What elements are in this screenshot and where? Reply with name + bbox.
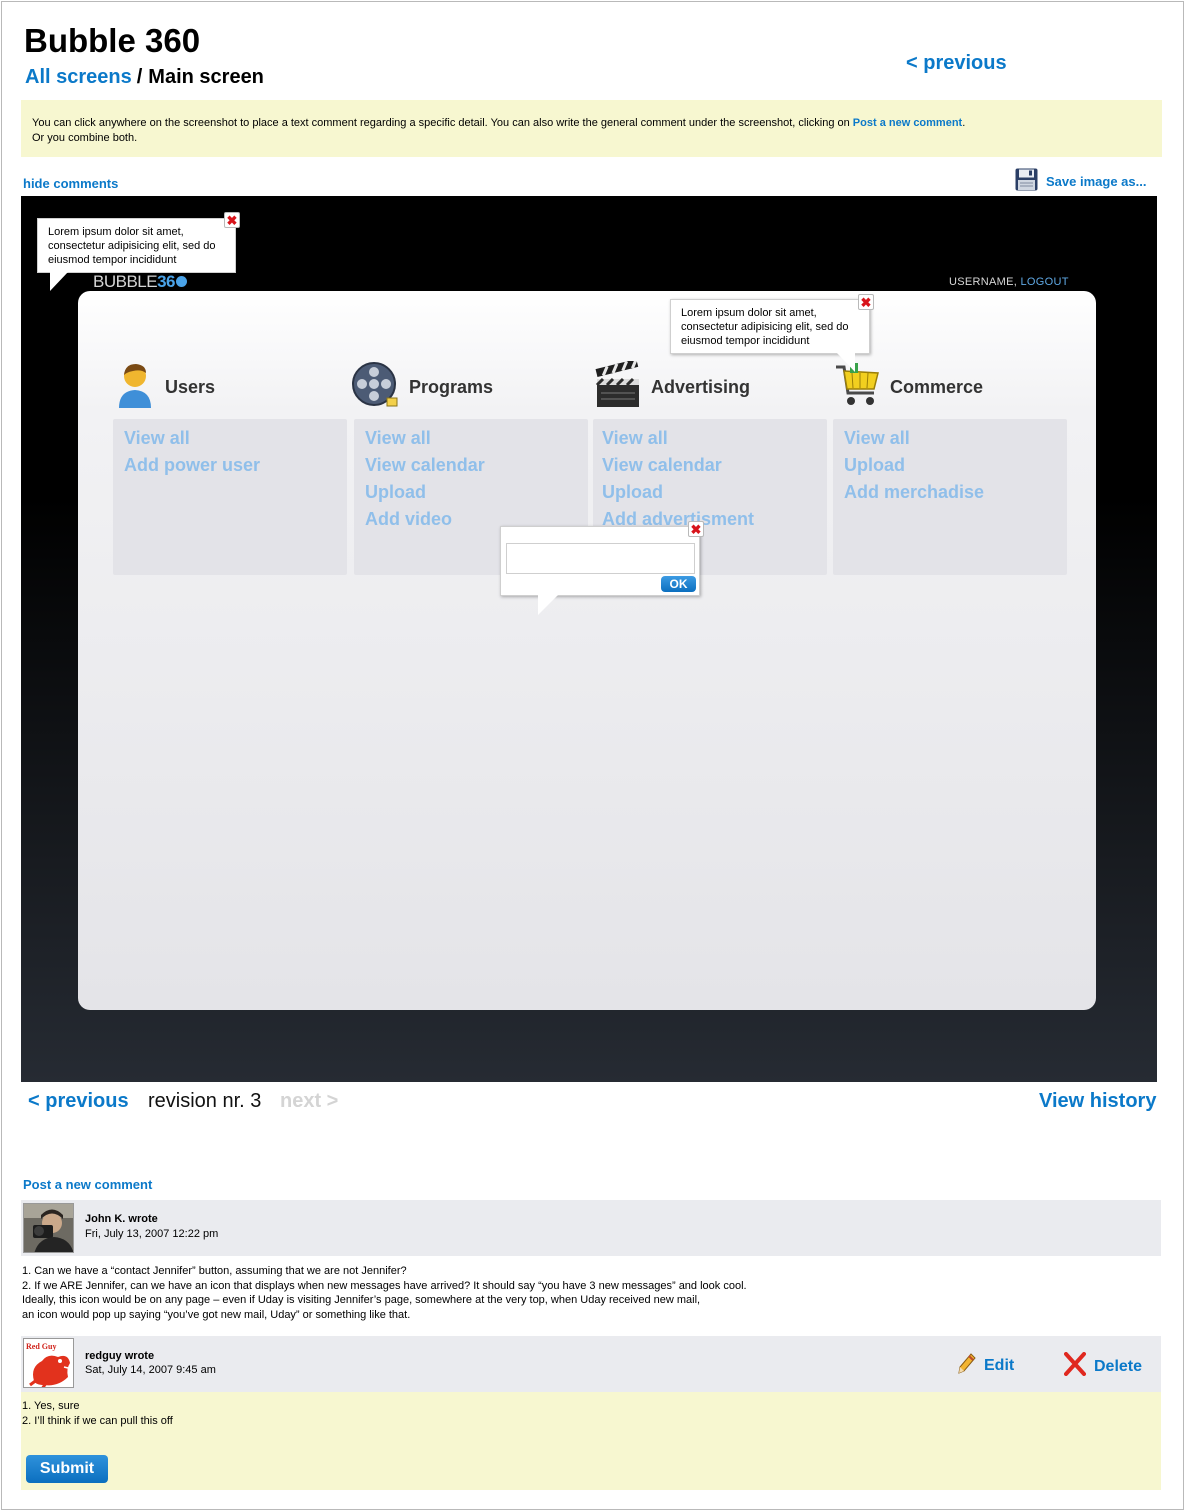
- comment-date: Fri, July 13, 2007 12:22 pm: [85, 1228, 219, 1240]
- ok-button[interactable]: OK: [661, 576, 696, 592]
- commerce-view-all-link[interactable]: View all: [844, 425, 1067, 452]
- instructions-text: You can click anywhere on the screenshot…: [32, 117, 850, 129]
- submit-button[interactable]: Submit: [26, 1455, 108, 1483]
- category-title: Advertising: [651, 377, 751, 397]
- edit-comment-button[interactable]: Edit: [956, 1352, 1014, 1379]
- close-comment-button[interactable]: ✖: [224, 212, 240, 228]
- post-new-comment-inline-link[interactable]: Post a new comment: [853, 117, 962, 129]
- advertising-view-calendar-link[interactable]: View calendar: [602, 452, 827, 479]
- category-commerce: Commerce: [834, 361, 983, 414]
- comment-bubble-text: Lorem ipsum dolor sit amet, consectetur …: [48, 226, 216, 266]
- previous-screen-link[interactable]: < previous: [906, 52, 1007, 75]
- comment-bubble[interactable]: Lorem ipsum dolor sit amet, consectetur …: [670, 299, 870, 372]
- category-advertising: Advertising: [595, 358, 751, 414]
- category-title: Users: [165, 377, 216, 397]
- comment-header: John K. wrote Fri, July 13, 2007 12:22 p…: [21, 1200, 1161, 1256]
- pencil-icon: [956, 1352, 976, 1379]
- bubble360-logo: BUBBLE36: [93, 272, 188, 292]
- logout-link[interactable]: LOGOUT: [1020, 276, 1068, 288]
- delete-comment-button[interactable]: Delete: [1064, 1352, 1142, 1381]
- save-image-button[interactable]: Save image as...: [1015, 168, 1146, 194]
- reply-area: [21, 1392, 1161, 1490]
- comment-bubble[interactable]: Lorem ipsum dolor sit amet, consectetur …: [37, 218, 236, 291]
- delete-x-icon: [1064, 1352, 1086, 1381]
- comment-bubble-text: Lorem ipsum dolor sit amet, consectetur …: [681, 307, 849, 347]
- post-new-comment-link[interactable]: Post a new comment: [23, 1177, 152, 1192]
- save-image-label: Save image as...: [1046, 173, 1147, 189]
- comment-author: John K. wrote: [85, 1213, 158, 1225]
- breadcrumb-all-screens-link[interactable]: All screens: [25, 66, 132, 88]
- view-history-link[interactable]: View history: [1039, 1090, 1156, 1113]
- users-add-power-user-link[interactable]: Add power user: [124, 452, 347, 479]
- app-title: Bubble 360: [24, 22, 201, 59]
- instructions-second-line: Or you combine both.: [32, 132, 138, 144]
- user-bar: USERNAME, LOGOUT: [949, 276, 1069, 288]
- revision-number: revision nr. 3: [148, 1090, 262, 1112]
- close-comment-button[interactable]: ✖: [858, 294, 874, 310]
- delete-label: Delete: [1094, 1357, 1143, 1375]
- users-view-all-link[interactable]: View all: [124, 425, 347, 452]
- breadcrumb-current: Main screen: [148, 66, 264, 88]
- breadcrumb: All screens / Main screen: [25, 66, 264, 89]
- category-programs: Programs: [351, 361, 493, 414]
- film-reel-icon: [351, 361, 399, 414]
- username-label: USERNAME,: [949, 276, 1018, 288]
- comment-body: 1. Yes, sure 2. I’ll think if we can pul…: [22, 1400, 173, 1427]
- commerce-add-merchadise-link[interactable]: Add merchadise: [844, 479, 1067, 506]
- new-comment-bubble: OK: [500, 526, 700, 615]
- screenshot-canvas[interactable]: BUBBLE36 USERNAME, LOGOUT Users Programs…: [21, 196, 1157, 1082]
- category-users: Users: [115, 361, 215, 414]
- avatar: [23, 1203, 74, 1253]
- hide-comments-link[interactable]: hide comments: [23, 176, 118, 191]
- category-title: Programs: [409, 377, 494, 397]
- advertising-upload-link[interactable]: Upload: [602, 479, 827, 506]
- breadcrumb-separator: /: [136, 66, 143, 88]
- floppy-disk-icon: [1015, 168, 1038, 194]
- new-comment-input[interactable]: [506, 543, 695, 574]
- close-icon: ✖: [690, 521, 702, 537]
- comment-date: Sat, July 14, 2007 9:45 am: [85, 1364, 216, 1376]
- advertising-view-all-link[interactable]: View all: [602, 425, 827, 452]
- comment-author: redguy wrote: [85, 1350, 155, 1362]
- close-icon: ✖: [226, 212, 238, 228]
- comment-body: 1. Can we have a “contact Jennifer” butt…: [22, 1265, 747, 1321]
- edit-label: Edit: [984, 1356, 1015, 1374]
- category-title: Commerce: [890, 377, 984, 397]
- clapperboard-icon: [595, 358, 641, 414]
- instructions-period: .: [962, 117, 966, 129]
- previous-revision-link[interactable]: < previous: [28, 1090, 129, 1113]
- svg-text:Red Guy: Red Guy: [26, 1342, 56, 1351]
- commerce-menu: View all Upload Add merchadise: [833, 419, 1067, 575]
- commerce-upload-link[interactable]: Upload: [844, 452, 1067, 479]
- close-icon: ✖: [860, 294, 872, 310]
- users-menu: View all Add power user: [113, 419, 347, 575]
- avatar: Red Guy: [23, 1338, 74, 1388]
- programs-upload-link[interactable]: Upload: [365, 479, 588, 506]
- next-revision-link: next >: [280, 1090, 339, 1112]
- user-icon: [115, 361, 155, 414]
- main-panel: Users Programs Advertising Commerce View…: [78, 291, 1096, 1010]
- instructions-box: You can click anywhere on the screenshot…: [21, 100, 1162, 157]
- programs-view-all-link[interactable]: View all: [365, 425, 588, 452]
- programs-view-calendar-link[interactable]: View calendar: [365, 452, 588, 479]
- comment-header: Red Guy redguy wrote Sat, July 14, 2007 …: [21, 1336, 1161, 1392]
- close-comment-button[interactable]: ✖: [688, 521, 704, 537]
